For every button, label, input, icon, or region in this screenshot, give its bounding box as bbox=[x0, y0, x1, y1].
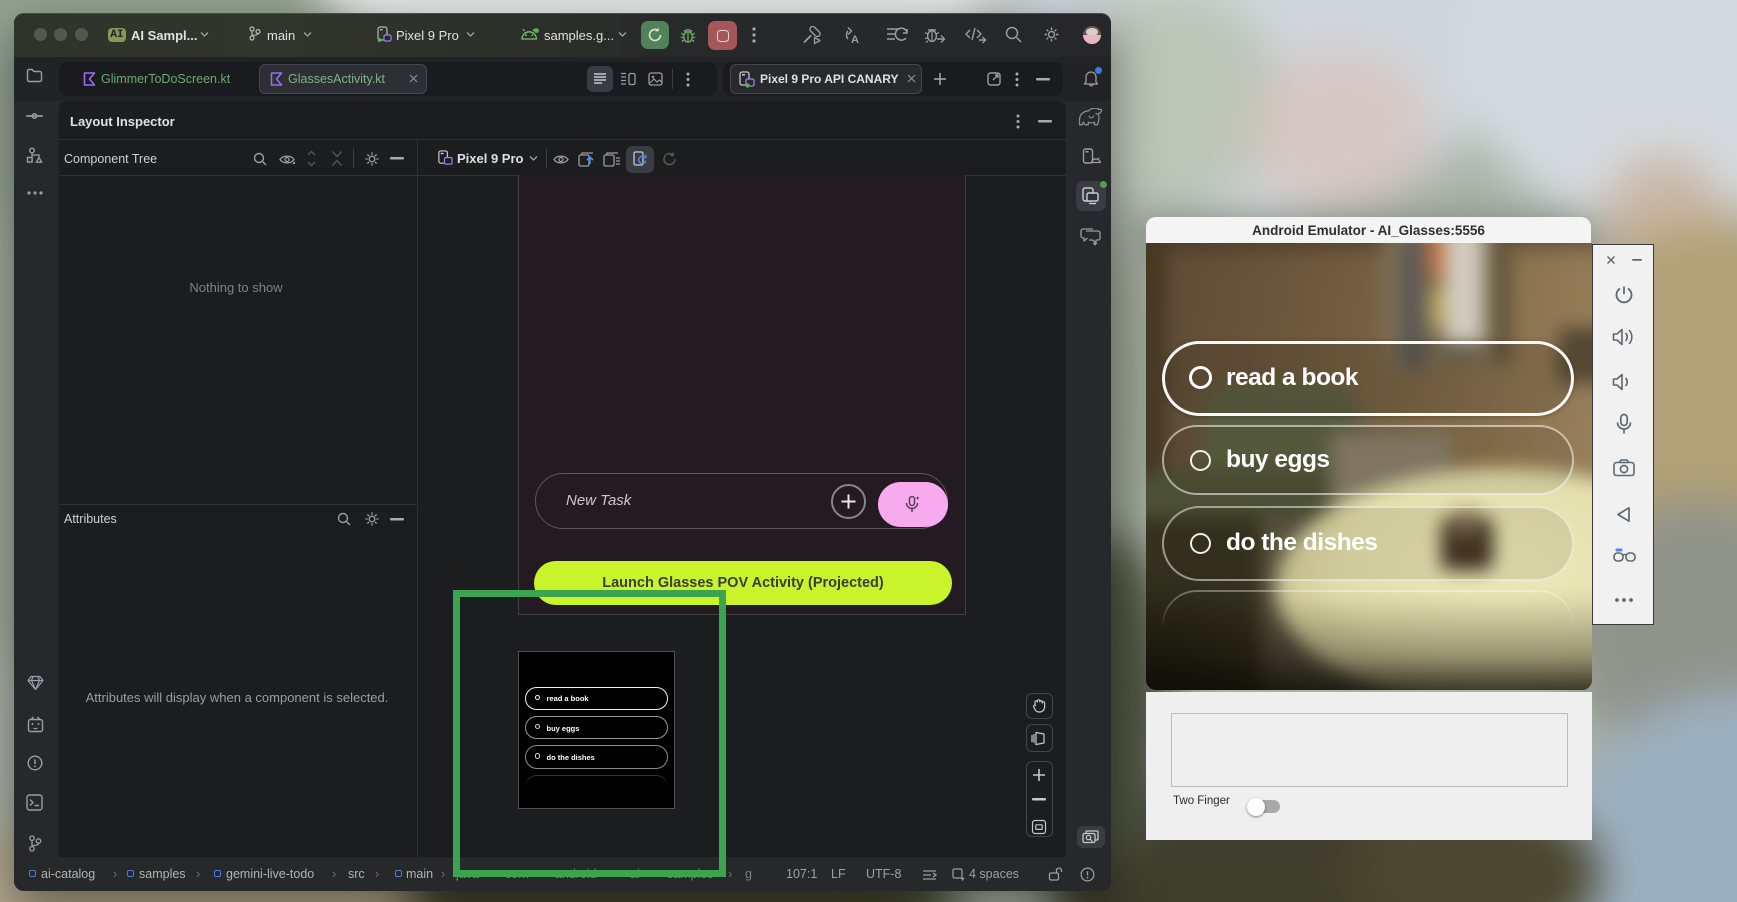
svg-text:A: A bbox=[851, 34, 859, 45]
